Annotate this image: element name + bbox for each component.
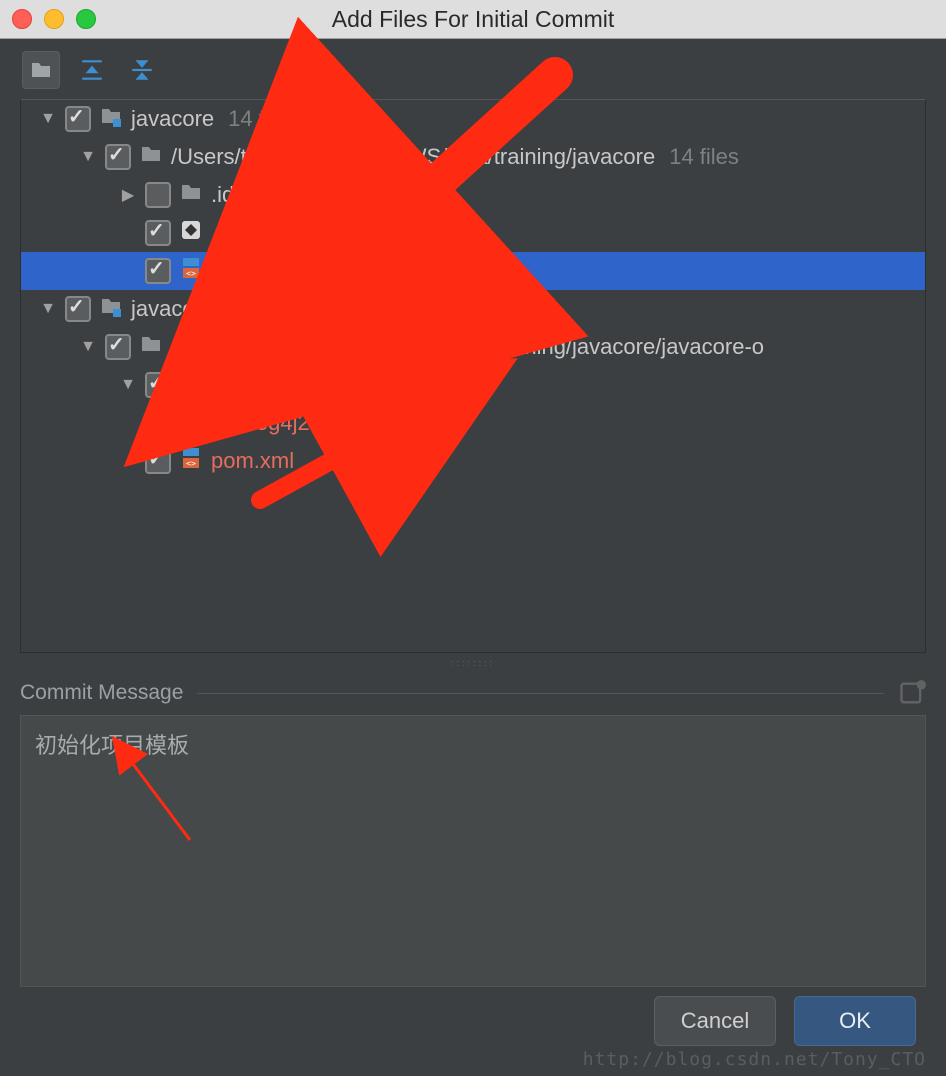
history-icon xyxy=(898,679,926,707)
titlebar: Add Files For Initial Commit xyxy=(0,0,946,39)
file-checkbox[interactable] xyxy=(65,106,91,132)
svg-text:<>: <> xyxy=(186,269,196,278)
commit-message-input[interactable] xyxy=(33,726,917,980)
file-type-icon xyxy=(179,370,203,400)
file-checkbox[interactable] xyxy=(105,334,131,360)
resize-handle[interactable]: :::::::: xyxy=(0,653,946,673)
file-count: 14 files xyxy=(669,144,739,170)
file-checkbox[interactable] xyxy=(145,448,171,474)
commit-history-button[interactable] xyxy=(898,679,926,707)
file-name: .idea xyxy=(211,182,259,208)
file-count: 14 files xyxy=(228,106,298,132)
file-type-icon xyxy=(99,294,123,324)
file-tree[interactable]: javacore 14 files/Users/tony/Documents/WS… xyxy=(20,99,926,653)
group-by-directory-button[interactable] xyxy=(22,51,60,89)
commit-message-section: Commit Message xyxy=(20,679,926,707)
toolbar xyxy=(0,39,946,99)
file-type-icon xyxy=(139,332,163,362)
cancel-button[interactable]: Cancel xyxy=(654,996,776,1046)
expand-arrow-icon[interactable] xyxy=(79,148,97,166)
file-checkbox[interactable] xyxy=(65,296,91,322)
expand-all-icon xyxy=(79,57,105,83)
watermark: http://blog.csdn.net/Tony_CTO xyxy=(583,1049,926,1070)
file-name: /Users/tony/Documents/WS/java/training/j… xyxy=(171,334,764,360)
file-name: /Users/tony/Documents/WS/java/training/j… xyxy=(171,144,655,170)
dialog-buttons: Cancel OK xyxy=(654,996,916,1046)
file-checkbox[interactable] xyxy=(145,372,171,398)
tree-row[interactable]: /Users/tony/Documents/WS/java/training/j… xyxy=(21,138,925,176)
folder-icon xyxy=(29,58,53,82)
file-count: 2 files xyxy=(294,296,351,322)
file-type-icon: <> xyxy=(179,256,203,286)
file-checkbox[interactable] xyxy=(145,182,171,208)
file-checkbox[interactable] xyxy=(145,220,171,246)
file-name: src/main/resources xyxy=(211,372,397,398)
tree-row[interactable]: javacore 14 files xyxy=(21,100,925,138)
svg-text:<>: <> xyxy=(186,459,196,468)
file-type-icon xyxy=(179,180,203,210)
divider xyxy=(197,693,884,694)
expand-arrow-icon[interactable] xyxy=(119,376,137,394)
file-name: log4j2.xml xyxy=(251,410,350,436)
tree-row[interactable]: /Users/tony/Documents/WS/java/training/j… xyxy=(21,328,925,366)
expand-arrow-icon[interactable] xyxy=(39,300,57,318)
file-checkbox[interactable] xyxy=(105,144,131,170)
collapse-all-button[interactable] xyxy=(124,52,160,88)
file-count: 12 files xyxy=(273,182,343,208)
file-name: javacore-object xyxy=(131,296,280,322)
expand-all-button[interactable] xyxy=(74,52,110,88)
expand-arrow-icon[interactable] xyxy=(39,110,57,128)
file-name: pom.xml xyxy=(211,448,294,474)
tree-row[interactable]: .gitignore xyxy=(21,214,925,252)
tree-row[interactable]: javacore-object 2 files xyxy=(21,290,925,328)
tree-row[interactable]: .idea 12 files xyxy=(21,176,925,214)
file-count: 1 file xyxy=(411,372,457,398)
tree-row[interactable]: <> pom.xml xyxy=(21,252,925,290)
commit-message-label: Commit Message xyxy=(20,681,183,705)
file-name: pom.xml xyxy=(211,258,294,284)
collapse-all-icon xyxy=(129,57,155,83)
file-checkbox[interactable] xyxy=(185,410,211,436)
file-type-icon: <> xyxy=(179,446,203,476)
file-type-icon xyxy=(99,104,123,134)
file-name: javacore xyxy=(131,106,214,132)
tree-row[interactable]: <> log4j2.xml xyxy=(21,404,925,442)
file-type-icon: <> xyxy=(219,408,243,438)
window-title: Add Files For Initial Commit xyxy=(0,6,946,33)
commit-message-box xyxy=(20,715,926,987)
expand-arrow-icon[interactable] xyxy=(79,338,97,356)
file-name: .gitignore xyxy=(211,220,302,246)
file-type-icon xyxy=(179,218,203,248)
tree-row[interactable]: <> pom.xml xyxy=(21,442,925,480)
file-type-icon xyxy=(139,142,163,172)
expand-arrow-icon[interactable] xyxy=(119,185,137,205)
tree-row[interactable]: src/main/resources 1 file xyxy=(21,366,925,404)
ok-button[interactable]: OK xyxy=(794,996,916,1046)
svg-text:<>: <> xyxy=(226,421,236,430)
file-checkbox[interactable] xyxy=(145,258,171,284)
